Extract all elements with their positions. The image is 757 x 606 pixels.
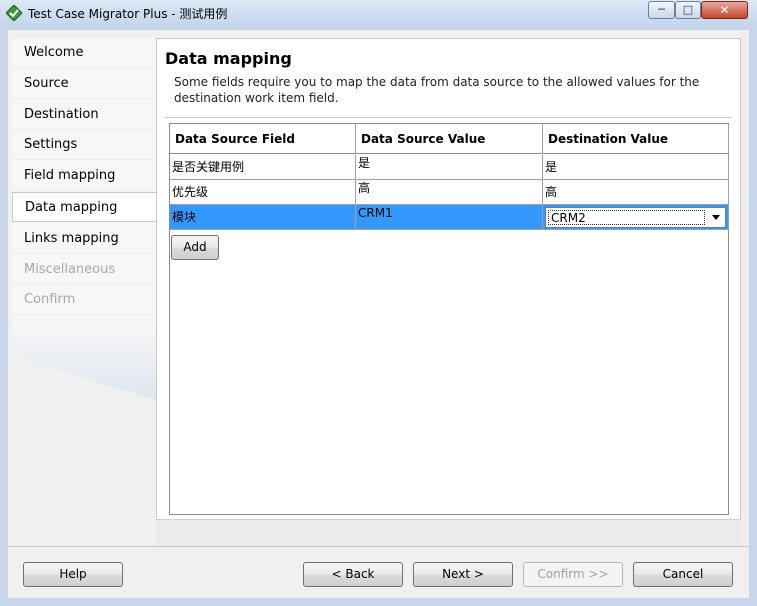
panel-status-strip [156, 519, 741, 547]
grid-cell-source-value-selected[interactable]: CRM1 [356, 205, 543, 230]
column-header-destination-value[interactable]: Destination Value [543, 124, 729, 154]
data-mapping-panel: Data mapping Some fields require you to … [156, 38, 741, 546]
next-button[interactable]: Next > [413, 562, 513, 587]
combobox-value: CRM2 [548, 210, 705, 225]
sidebar-item-confirm: Confirm [12, 285, 156, 315]
footer-divider [8, 546, 749, 547]
add-row-button[interactable]: Add [171, 235, 219, 260]
app-diamond-icon [6, 5, 22, 21]
grid-cell-destination-value[interactable]: 是 [543, 155, 729, 180]
sidebar-item-links-mapping[interactable]: Links mapping [12, 224, 156, 254]
sidebar-item-field-mapping[interactable]: Field mapping [12, 161, 156, 191]
wizard-window: Test Case Migrator Plus - 测试用例 ─ □ ✕ Wel… [0, 0, 757, 606]
sidebar-item-settings[interactable]: Settings [12, 130, 156, 160]
page-title: Data mapping [165, 49, 292, 68]
grid-cell-field-selected[interactable]: 模块 [170, 205, 356, 230]
grid-cell-field[interactable]: 是否关键用例 [170, 155, 356, 180]
sidebar-decoration [12, 320, 156, 400]
grid-cell-destination-value[interactable]: 高 [543, 180, 729, 205]
column-header-data-source-field[interactable]: Data Source Field [170, 124, 356, 154]
wizard-client-area: Welcome Source Destination Settings Fiel… [8, 30, 749, 598]
close-icon: ✕ [719, 3, 730, 17]
sidebar-item-miscellaneous: Miscellaneous [12, 255, 156, 285]
grid-cell-destination-editor: CRM2 [543, 205, 729, 230]
header-divider [165, 117, 732, 118]
grid-cell-source-value[interactable]: 高 [356, 180, 543, 205]
sidebar-item-data-mapping[interactable]: Data mapping [12, 192, 162, 222]
minimize-button[interactable]: ─ [648, 1, 675, 19]
sidebar-item-source[interactable]: Source [12, 69, 156, 99]
grid-cell-field[interactable]: 优先级 [170, 180, 356, 205]
title-bar[interactable]: Test Case Migrator Plus - 测试用例 ─ □ ✕ [0, 0, 757, 26]
confirm-button: Confirm >> [523, 562, 623, 587]
back-button[interactable]: < Back [303, 562, 403, 587]
data-mapping-grid: Data Source Field Data Source Value Dest… [169, 123, 729, 515]
window-title: Test Case Migrator Plus - 测试用例 [28, 7, 228, 21]
maximize-button[interactable]: □ [675, 1, 701, 19]
maximize-icon: □ [682, 3, 694, 16]
page-description: Some fields require you to map the data … [174, 75, 700, 105]
minimize-icon: ─ [658, 3, 665, 16]
sidebar-item-welcome[interactable]: Welcome [12, 38, 156, 68]
chevron-down-icon[interactable] [712, 215, 720, 220]
column-header-data-source-value[interactable]: Data Source Value [356, 124, 543, 154]
close-button[interactable]: ✕ [701, 1, 748, 19]
destination-value-combobox[interactable]: CRM2 [545, 207, 726, 228]
sidebar-item-destination[interactable]: Destination [12, 100, 156, 130]
cancel-button[interactable]: Cancel [633, 562, 733, 587]
grid-cell-source-value[interactable]: 是 [356, 155, 543, 180]
help-button[interactable]: Help [23, 562, 123, 587]
